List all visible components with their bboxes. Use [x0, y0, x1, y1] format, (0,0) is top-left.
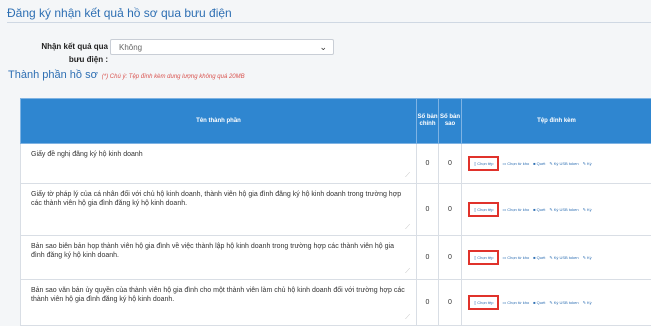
file-icon: ▯ — [474, 161, 476, 166]
sign-usb-link[interactable]: ✎Ký USB token — [549, 255, 578, 260]
copy-count[interactable]: 0 — [439, 184, 462, 236]
pen-icon: ✎ — [549, 161, 552, 166]
scanner-icon: ■ — [533, 161, 535, 166]
postal-section-title: Đăng ký nhận kết quả hồ sơ qua bưu điện — [7, 6, 232, 20]
table-row: Bản sao văn bản ủy quyền của thành viên … — [21, 280, 651, 326]
original-count[interactable]: 0 — [417, 184, 439, 236]
signature-icon: ✎ — [583, 161, 586, 166]
choose-from-repo-link[interactable]: ▭Chọn từ kho — [502, 255, 529, 260]
components-table: Tên thành phần Số bản chính Số bản sao T… — [20, 98, 651, 326]
receive-by-post-label: Nhận kết quả qua bưu điện : — [38, 40, 108, 66]
folder-icon: ▭ — [502, 161, 506, 166]
component-name-cell[interactable]: Giấy đề nghị đăng ký hộ kinh doanh ⟋ — [21, 144, 417, 184]
resize-handle-icon[interactable]: ⟋ — [405, 223, 410, 232]
sign-usb-link[interactable]: ✎Ký USB token — [549, 207, 578, 212]
choose-from-repo-link[interactable]: ▭Chọn từ kho — [502, 300, 529, 305]
copy-count[interactable]: 0 — [439, 236, 462, 280]
choose-file-button[interactable]: ▯Chọn tệp — [468, 202, 499, 217]
pen-icon: ✎ — [549, 255, 552, 260]
pen-icon: ✎ — [549, 300, 552, 305]
scan-link[interactable]: ■Quét — [533, 300, 545, 305]
file-actions-cell: ▯Chọn tệp ▭Chọn từ kho ■Quét ✎Ký USB tok… — [462, 280, 651, 326]
col-header-name: Tên thành phần — [21, 99, 417, 144]
file-actions-cell: ▯Chọn tệp ▭Chọn từ kho ■Quét ✎Ký USB tok… — [462, 184, 651, 236]
original-count[interactable]: 0 — [417, 236, 439, 280]
component-name-cell[interactable]: Bản sao văn bản ủy quyền của thành viên … — [21, 280, 417, 326]
sign-link[interactable]: ✎Ký — [583, 300, 592, 305]
col-header-original: Số bản chính — [417, 99, 439, 144]
scanner-icon: ■ — [533, 207, 535, 212]
resize-handle-icon[interactable]: ⟋ — [405, 313, 410, 322]
scanner-icon: ■ — [533, 300, 535, 305]
choose-from-repo-link[interactable]: ▭Chọn từ kho — [502, 207, 529, 212]
original-count[interactable]: 0 — [417, 280, 439, 326]
col-header-files: Tệp đính kèm — [462, 99, 651, 144]
choose-file-button[interactable]: ▯Chọn tệp — [468, 250, 499, 265]
file-icon: ▯ — [474, 255, 476, 260]
file-actions-cell: ▯Chọn tệp ▭Chọn từ kho ■Quét ✎Ký USB tok… — [462, 236, 651, 280]
sign-link[interactable]: ✎Ký — [583, 161, 592, 166]
col-header-copy: Số bản sao — [439, 99, 462, 144]
table-row: Giấy tờ pháp lý của cá nhân đối với chủ … — [21, 184, 651, 236]
receive-by-post-select[interactable]: Không ⌄ — [110, 39, 334, 55]
component-name-cell[interactable]: Giấy tờ pháp lý của cá nhân đối với chủ … — [21, 184, 417, 236]
scan-link[interactable]: ■Quét — [533, 255, 545, 260]
component-name-cell[interactable]: Bản sao biên bản họp thành viên hộ gia đ… — [21, 236, 417, 280]
sign-usb-link[interactable]: ✎Ký USB token — [549, 161, 578, 166]
chevron-down-icon: ⌄ — [319, 42, 327, 53]
file-actions-cell: ▯Chọn tệp ▭Chọn từ kho ■Quét ✎Ký USB tok… — [462, 144, 651, 184]
sign-link[interactable]: ✎Ký — [583, 255, 592, 260]
file-icon: ▯ — [474, 207, 476, 212]
receive-by-post-value: Không — [119, 43, 142, 52]
folder-icon: ▭ — [502, 300, 506, 305]
choose-file-button[interactable]: ▯Chọn tệp — [468, 295, 499, 310]
resize-handle-icon[interactable]: ⟋ — [405, 171, 410, 180]
scan-link[interactable]: ■Quét — [533, 161, 545, 166]
pen-icon: ✎ — [549, 207, 552, 212]
copy-count[interactable]: 0 — [439, 144, 462, 184]
table-row: Bản sao biên bản họp thành viên hộ gia đ… — [21, 236, 651, 280]
signature-icon: ✎ — [583, 255, 586, 260]
table-header-row: Tên thành phần Số bản chính Số bản sao T… — [21, 99, 651, 144]
folder-icon: ▭ — [502, 255, 506, 260]
copy-count[interactable]: 0 — [439, 280, 462, 326]
section-divider — [7, 22, 651, 23]
sign-usb-link[interactable]: ✎Ký USB token — [549, 300, 578, 305]
scan-link[interactable]: ■Quét — [533, 207, 545, 212]
signature-icon: ✎ — [583, 207, 586, 212]
folder-icon: ▭ — [502, 207, 506, 212]
attachment-size-note: (*) Chú ý: Tệp đính kèm dung lượng không… — [102, 74, 245, 80]
table-row: Giấy đề nghị đăng ký hộ kinh doanh ⟋ 0 0… — [21, 144, 651, 184]
choose-from-repo-link[interactable]: ▭Chọn từ kho — [502, 161, 529, 166]
sign-link[interactable]: ✎Ký — [583, 207, 592, 212]
choose-file-button[interactable]: ▯Chọn tệp — [468, 156, 499, 171]
components-title: Thành phần hồ sơ(*) Chú ý: Tệp đính kèm … — [8, 69, 245, 81]
original-count[interactable]: 0 — [417, 144, 439, 184]
signature-icon: ✎ — [583, 300, 586, 305]
scanner-icon: ■ — [533, 255, 535, 260]
file-icon: ▯ — [474, 300, 476, 305]
resize-handle-icon[interactable]: ⟋ — [405, 267, 410, 276]
